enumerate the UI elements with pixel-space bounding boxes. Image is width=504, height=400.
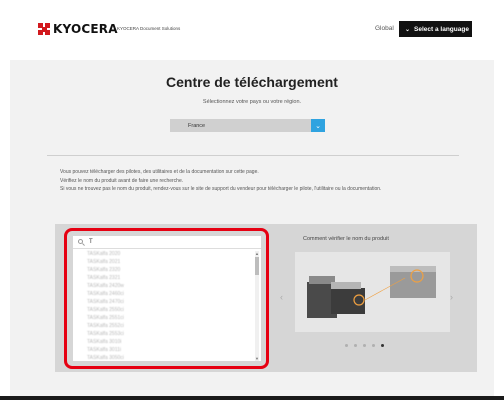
page-title: Centre de téléchargement	[166, 74, 338, 90]
info-line: Vous pouvez télécharger des pilotes, des…	[60, 169, 259, 175]
results-scrollbar[interactable]: ▲ ▼	[255, 251, 259, 361]
search-result-item[interactable]: TASKalfa 2470ci	[87, 299, 261, 306]
carousel-title: Comment vérifier le nom du produit	[303, 236, 389, 242]
select-language-button[interactable]: ⌄ Select a language	[399, 21, 472, 37]
kyocera-logo[interactable]: KYOCERA	[38, 22, 118, 36]
download-center-panel: Centre de téléchargement Sélectionnez vo…	[10, 60, 494, 400]
kyocera-logo-mark-icon	[38, 23, 50, 35]
divider	[47, 155, 459, 156]
search-result-item[interactable]: TASKalfa 2552ci	[87, 323, 261, 330]
carousel-dot[interactable]	[354, 344, 357, 347]
page-subtitle: Sélectionnez votre pays ou votre région.	[202, 99, 302, 105]
header: KYOCERA KYOCERA Document Solutions Globa…	[0, 0, 504, 60]
carousel-dots	[345, 344, 384, 347]
select-language-label: Select a language	[414, 25, 469, 33]
global-link[interactable]: Global	[375, 25, 394, 32]
info-line: Vérifiez le nom du produit avant de fair…	[60, 177, 184, 184]
country-select[interactable]: France ⌄	[170, 119, 325, 132]
footer-bar	[0, 396, 504, 400]
carousel-dot[interactable]	[381, 344, 384, 347]
product-search-input[interactable]: T	[73, 236, 261, 249]
printer-illustration-icon	[307, 266, 436, 318]
search-result-item[interactable]: TASKalfa 2321	[87, 275, 261, 282]
search-result-item[interactable]: TASKalfa 2550ci	[87, 307, 261, 314]
scroll-up-icon[interactable]: ▲	[255, 251, 259, 256]
scroll-down-icon[interactable]: ▼	[255, 356, 259, 361]
search-result-item[interactable]: TASKalfa 2553ci	[87, 331, 261, 338]
search-result-item[interactable]: TASKalfa 2420w	[87, 283, 261, 290]
brand-tagline: KYOCERA Document Solutions	[117, 26, 181, 31]
carousel-dot[interactable]	[345, 344, 348, 347]
search-result-item[interactable]: TASKalfa 2320	[87, 267, 261, 274]
product-search-value: T	[89, 239, 93, 245]
search-result-item[interactable]: TASKalfa 3050ci	[87, 355, 261, 360]
search-result-item[interactable]: TASKalfa 2551ci	[87, 315, 261, 322]
chevron-down-icon[interactable]: ⌄	[311, 119, 325, 132]
carousel-dot[interactable]	[372, 344, 375, 347]
search-results-list: TASKalfa 2020 TASKalfa 2021 TASKalfa 2320 T…	[73, 250, 261, 360]
info-text: Vous pouvez télécharger des pilotes, des…	[60, 168, 480, 194]
scrollbar-thumb[interactable]	[255, 257, 259, 275]
search-result-item[interactable]: TASKalfa 3011i	[87, 347, 261, 354]
country-select-value: France	[188, 122, 206, 129]
product-search-area: T TASKalfa 2020 TASKalfa 2021 TASKalfa 232…	[55, 224, 477, 372]
chevron-down-icon: ⌄	[405, 26, 411, 33]
product-search-box: T TASKalfa 2020 TASKalfa 2021 TASKalfa 232…	[73, 236, 261, 361]
search-result-item[interactable]: TASKalfa 3010i	[87, 339, 261, 346]
info-line: Si vous ne trouvez pas le nom du produit…	[60, 186, 382, 192]
highlight-frame: T TASKalfa 2020 TASKalfa 2021 TASKalfa 232…	[64, 228, 269, 369]
search-result-item[interactable]: TASKalfa 2021	[87, 259, 261, 266]
carousel-next-icon[interactable]: ›	[450, 292, 453, 302]
search-icon	[78, 238, 85, 246]
search-result-item[interactable]: TASKalfa 2460ci	[87, 291, 261, 298]
product-name-guide-image	[295, 252, 450, 332]
search-result-item[interactable]: TASKalfa 2020	[87, 251, 261, 258]
carousel-dot[interactable]	[363, 344, 366, 347]
brand-name: KYOCERA	[53, 22, 118, 36]
carousel-prev-icon[interactable]: ‹	[280, 292, 283, 302]
